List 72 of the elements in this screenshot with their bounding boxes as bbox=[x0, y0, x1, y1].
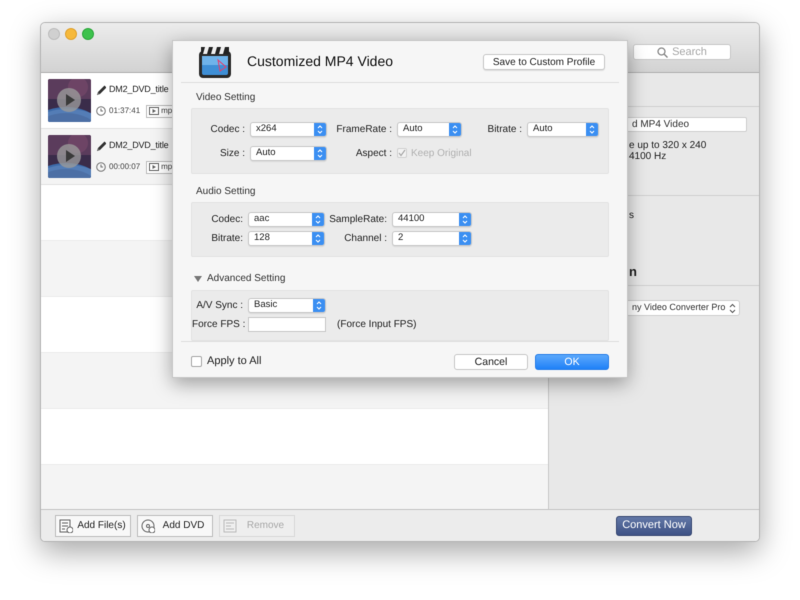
stepper-icon bbox=[312, 212, 324, 226]
stepper-icon bbox=[449, 122, 461, 136]
stepper-icon bbox=[313, 298, 325, 312]
video-icon bbox=[149, 107, 160, 116]
stepper-icon bbox=[586, 122, 598, 136]
close-button[interactable] bbox=[48, 28, 60, 40]
file-title: DM2_DVD_title bbox=[109, 83, 168, 96]
field-label: Codec : bbox=[210, 122, 245, 136]
checkbox[interactable] bbox=[191, 356, 202, 367]
field-label: Size : bbox=[218, 146, 245, 160]
field-label: Aspect : bbox=[354, 146, 392, 160]
search-placeholder: Search bbox=[672, 44, 707, 60]
format-selector[interactable]: mp bbox=[146, 160, 172, 174]
play-icon bbox=[56, 143, 82, 169]
info-text: e up to 320 x 240 bbox=[629, 140, 708, 151]
field-label: A/V Sync : bbox=[195, 298, 243, 312]
dropdown[interactable]: Auto bbox=[397, 122, 462, 136]
field-label: Bitrate : bbox=[486, 122, 522, 136]
section-heading: n bbox=[629, 262, 638, 280]
input-field[interactable] bbox=[248, 316, 326, 332]
dropdown[interactable]: aac bbox=[248, 212, 325, 226]
clapperboard-icon bbox=[198, 44, 232, 78]
dropdown[interactable]: Auto bbox=[527, 122, 599, 136]
checkbox-label: Keep Original bbox=[411, 146, 472, 160]
file-list-icon bbox=[59, 518, 73, 532]
clock-icon bbox=[96, 162, 106, 172]
section-label: Audio Setting bbox=[195, 186, 256, 198]
dropdown[interactable]: Auto bbox=[250, 146, 327, 160]
field-label: Codec: bbox=[210, 212, 243, 226]
search-icon bbox=[657, 46, 668, 58]
add-dvd-button[interactable]: Add DVD bbox=[137, 514, 213, 536]
dropdown[interactable]: 128 bbox=[248, 230, 325, 246]
video-icon bbox=[149, 163, 160, 172]
duration-text: 01:37:41 bbox=[109, 105, 140, 118]
save-profile-button[interactable]: Save to Custom Profile bbox=[483, 54, 605, 70]
info-text: 4100 Hz bbox=[629, 151, 668, 162]
disclosure-triangle-icon[interactable] bbox=[194, 274, 202, 282]
field-label: Channel : bbox=[343, 232, 387, 246]
clock-icon bbox=[96, 106, 106, 116]
duration-text: 00:00:07 bbox=[109, 161, 140, 174]
dialog-title: Customized MP4 Video bbox=[247, 52, 394, 71]
section-label: Video Setting bbox=[195, 92, 256, 104]
zoom-button[interactable] bbox=[82, 28, 94, 40]
section-label: Advanced Setting bbox=[207, 272, 286, 286]
dropdown[interactable]: Basic bbox=[248, 298, 326, 312]
field-label: Force FPS : bbox=[192, 318, 243, 332]
stepper-icon bbox=[459, 232, 471, 244]
disc-icon bbox=[141, 518, 155, 532]
stepper-icon bbox=[312, 232, 324, 244]
convert-button[interactable]: Convert Now bbox=[616, 516, 692, 536]
cancel-button[interactable]: Cancel bbox=[454, 354, 528, 370]
pencil-icon bbox=[96, 84, 106, 96]
pencil-icon bbox=[96, 140, 106, 152]
field-label: SampleRate: bbox=[328, 212, 387, 226]
list-icon bbox=[223, 518, 237, 532]
hint-text: (Force Input FPS) bbox=[337, 318, 416, 332]
format-selector[interactable]: mp bbox=[146, 104, 172, 118]
stepper-icon bbox=[314, 122, 326, 136]
checkbox-label: Apply to All bbox=[207, 354, 262, 370]
stepper-icon bbox=[459, 212, 471, 226]
field-label: Bitrate: bbox=[210, 232, 243, 246]
dropdown[interactable]: x264 bbox=[250, 122, 327, 136]
file-title: DM2_DVD_title bbox=[109, 139, 168, 152]
dropdown[interactable]: 2 bbox=[392, 230, 472, 246]
minimize-button[interactable] bbox=[65, 28, 77, 40]
add-files-button[interactable]: Add File(s) bbox=[55, 514, 131, 536]
section-text: s bbox=[629, 209, 635, 223]
stepper-icon bbox=[314, 146, 326, 160]
dropdown[interactable]: 44100 bbox=[392, 212, 472, 226]
stepper-icon bbox=[729, 302, 736, 314]
field-label: FrameRate : bbox=[335, 122, 392, 136]
play-icon bbox=[56, 87, 82, 113]
